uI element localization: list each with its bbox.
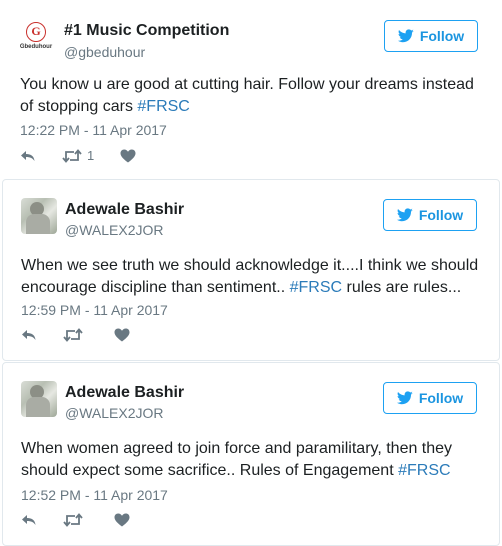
follow-label: Follow	[418, 207, 464, 223]
tweet-text: When we see truth we should acknowledge …	[21, 257, 479, 296]
follow-button[interactable]: Follow	[383, 382, 477, 414]
twitter-bird-icon	[396, 391, 413, 405]
heart-icon	[114, 328, 130, 342]
follow-button[interactable]: Follow	[384, 20, 478, 52]
retweet-button[interactable]	[63, 513, 88, 527]
timestamp[interactable]: 12:59 PM - 11 Apr 2017	[21, 302, 168, 318]
retweet-icon	[63, 328, 83, 342]
hashtag-link[interactable]: #FRSC	[290, 279, 342, 296]
author-handle[interactable]: @gbeduhour	[64, 44, 145, 60]
author-name[interactable]: Adewale Bashir	[65, 384, 184, 402]
tweet-actions	[21, 513, 156, 527]
timestamp[interactable]: 12:52 PM - 11 Apr 2017	[21, 487, 168, 503]
retweet-button[interactable]: 1	[62, 148, 94, 163]
logo-g-icon: G	[26, 22, 46, 42]
tweet-text: You know u are good at cutting hair. Fol…	[20, 76, 474, 115]
avatar-photo-body	[26, 214, 50, 234]
tweet-card: Adewale Bashir @WALEX2JOR Follow When wo…	[2, 362, 500, 546]
avatar[interactable]	[21, 198, 57, 234]
like-button[interactable]	[114, 328, 130, 342]
retweet-icon	[62, 148, 82, 163]
twitter-bird-icon	[396, 208, 413, 222]
tweet-actions	[21, 328, 156, 342]
tweet-actions: 1	[20, 148, 162, 163]
reply-button[interactable]	[21, 328, 37, 342]
heart-icon	[114, 513, 130, 527]
author-handle[interactable]: @WALEX2JOR	[65, 222, 164, 238]
twitter-bird-icon	[397, 29, 414, 43]
avatar-photo-body	[26, 397, 50, 417]
follow-button[interactable]: Follow	[383, 199, 477, 231]
author-name[interactable]: #1 Music Competition	[64, 22, 229, 40]
avatar[interactable]: G Gbeduhour	[18, 18, 54, 54]
like-button[interactable]	[120, 149, 136, 163]
retweet-count: 1	[87, 148, 95, 163]
tweet-text: When women agreed to join force and para…	[21, 440, 453, 479]
timestamp[interactable]: 12:22 PM - 11 Apr 2017	[20, 122, 167, 138]
reply-button[interactable]	[21, 513, 37, 527]
reply-icon	[21, 150, 35, 161]
reply-icon	[22, 330, 36, 340]
author-handle[interactable]: @WALEX2JOR	[65, 405, 164, 421]
avatar[interactable]	[21, 381, 57, 417]
follow-label: Follow	[419, 28, 465, 44]
reply-button[interactable]	[20, 149, 36, 163]
heart-icon	[120, 149, 136, 162]
hashtag-link[interactable]: #FRSC	[137, 98, 189, 115]
author-name[interactable]: Adewale Bashir	[65, 201, 184, 219]
hashtag-link[interactable]: #FRSC	[398, 462, 450, 479]
like-button[interactable]	[114, 513, 130, 527]
retweet-button[interactable]	[63, 328, 88, 342]
logo-wordmark: Gbeduhour	[19, 44, 53, 50]
follow-label: Follow	[418, 390, 464, 406]
reply-icon	[22, 515, 36, 525]
retweet-icon	[63, 513, 83, 527]
tweet-card: Adewale Bashir @WALEX2JOR Follow When we…	[2, 179, 500, 361]
tweet-card: G Gbeduhour #1 Music Competition @gbeduh…	[0, 0, 502, 181]
